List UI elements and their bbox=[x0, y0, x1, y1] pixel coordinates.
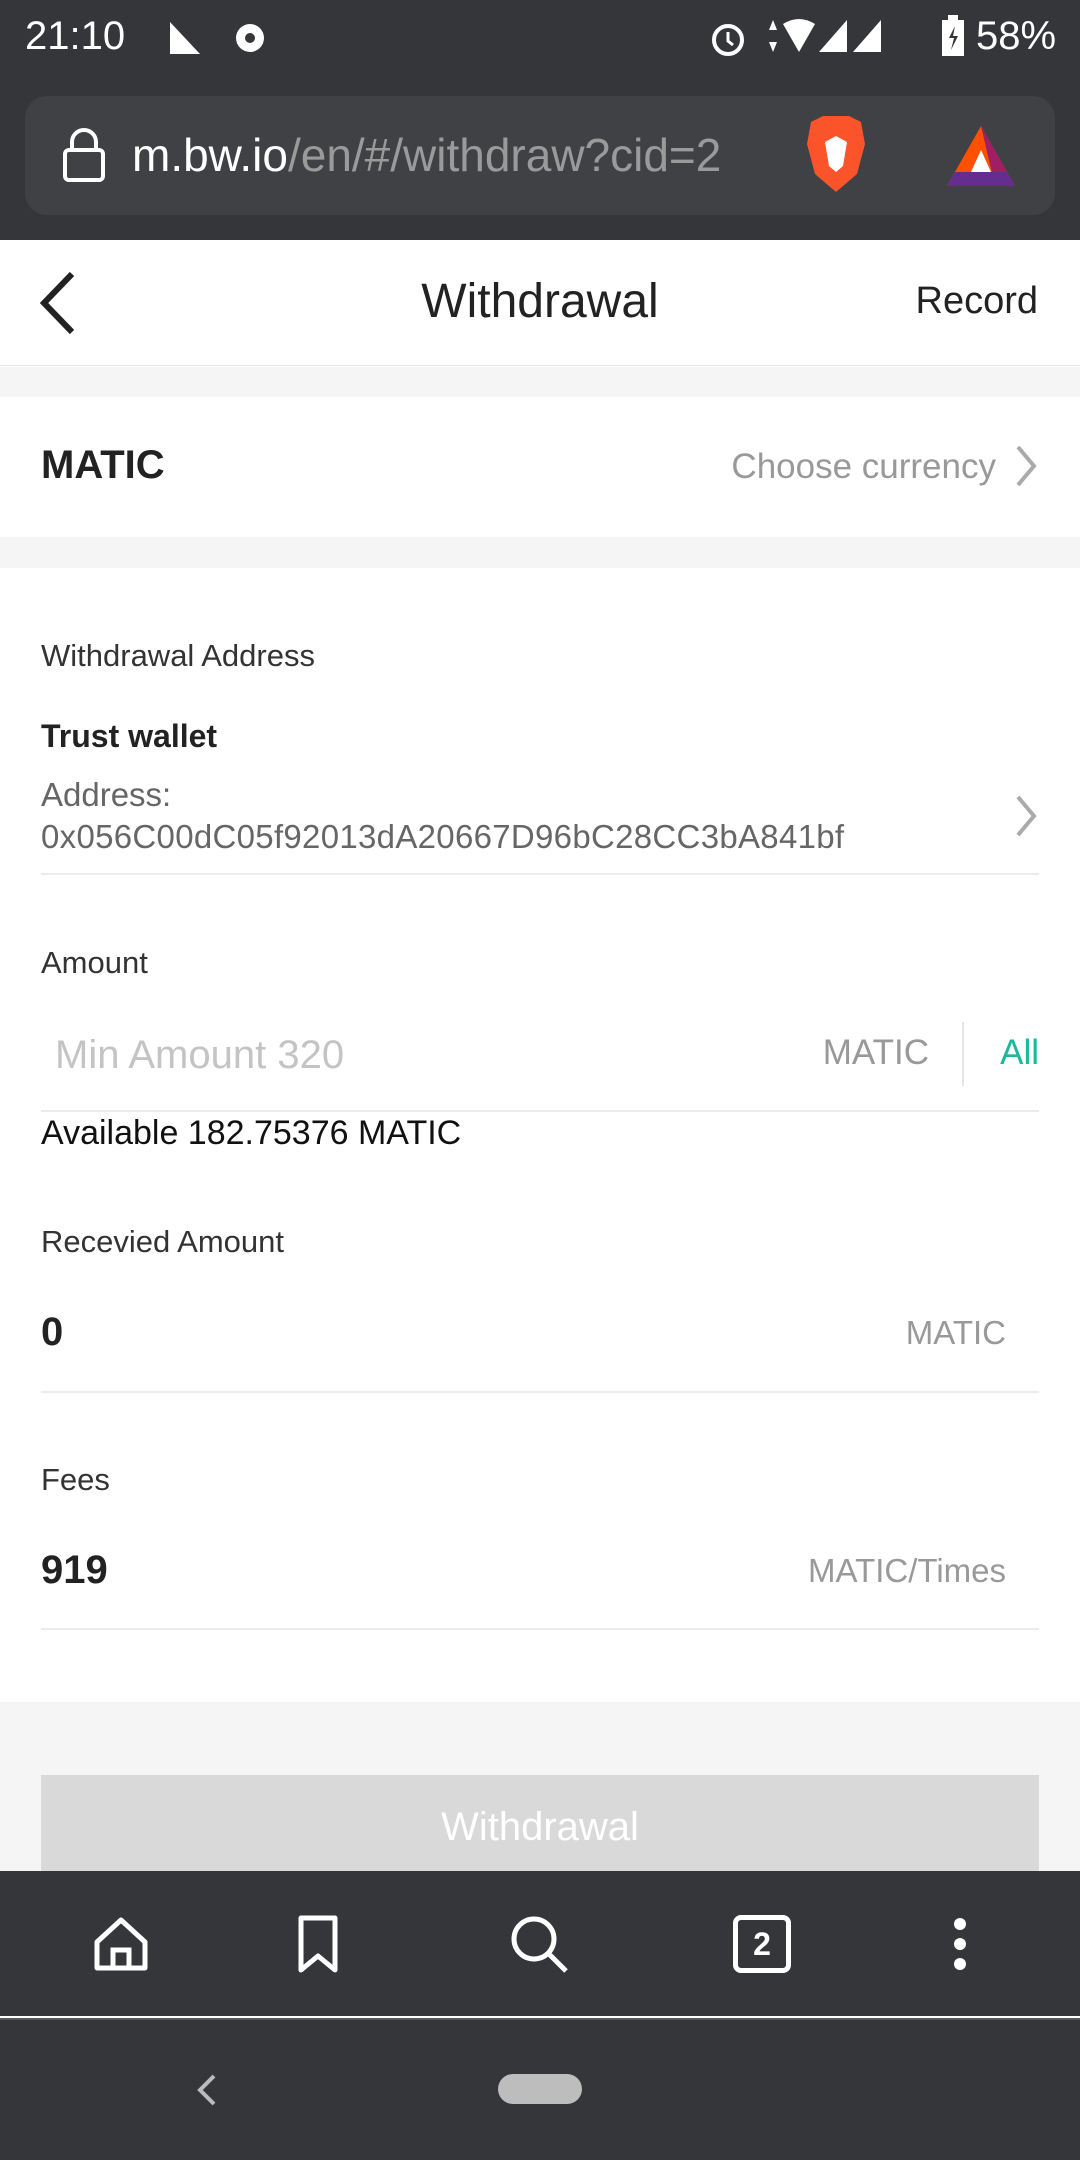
footer-area: Withdrawal bbox=[0, 1702, 1080, 1875]
divider bbox=[41, 873, 1039, 875]
tab-count: 2 bbox=[733, 1915, 791, 1973]
chevron-right-icon bbox=[1016, 445, 1037, 487]
url-bar[interactable]: m.bw.io/en/#/withdraw?cid=2 bbox=[25, 96, 1055, 215]
all-button[interactable]: All bbox=[1000, 1033, 1039, 1073]
home-icon bbox=[94, 1917, 148, 1971]
received-amount-value: 0 bbox=[41, 1310, 64, 1354]
received-amount-unit: MATIC bbox=[905, 1314, 1006, 1351]
more-vertical-icon bbox=[954, 1918, 966, 1970]
wallet-name: Trust wallet bbox=[41, 718, 218, 754]
lock-icon bbox=[63, 128, 105, 182]
home-pill[interactable] bbox=[498, 2074, 582, 2104]
divider bbox=[41, 1628, 1039, 1630]
separator bbox=[962, 1022, 964, 1086]
divider bbox=[41, 1110, 1039, 1112]
bookmark-button[interactable] bbox=[285, 1911, 351, 1977]
system-nav-bar bbox=[0, 2018, 1080, 2160]
choose-currency-label: Choose currency bbox=[731, 447, 996, 486]
notification-icon bbox=[170, 22, 200, 54]
battery-percent: 58% bbox=[976, 14, 1057, 58]
fees-unit: MATIC/Times bbox=[808, 1552, 1006, 1589]
status-bar: 21:10 58% bbox=[0, 0, 1080, 76]
amount-unit: MATIC bbox=[822, 1033, 929, 1072]
page-header: Withdrawal Record bbox=[0, 240, 1080, 366]
available-balance: Available 182.75376 MATIC bbox=[41, 1114, 462, 1152]
section-gap bbox=[0, 537, 1080, 568]
brave-shields-icon[interactable] bbox=[803, 114, 869, 194]
home-button[interactable] bbox=[88, 1911, 154, 1977]
selected-currency: MATIC bbox=[41, 443, 165, 487]
menu-button[interactable] bbox=[927, 1911, 993, 1977]
fees-value: 919 bbox=[41, 1548, 108, 1592]
bookmark-icon bbox=[298, 1915, 338, 1973]
battery-icon bbox=[942, 15, 964, 56]
chevron-right-icon bbox=[1016, 795, 1037, 837]
url-text[interactable]: m.bw.io/en/#/withdraw?cid=2 bbox=[132, 128, 792, 182]
status-time: 21:10 bbox=[25, 14, 126, 58]
search-button[interactable] bbox=[506, 1911, 572, 1977]
url-path: /en/#/withdraw?cid=2 bbox=[287, 129, 722, 181]
browser-bottom-bar: 2 bbox=[0, 1871, 1080, 2016]
record-link[interactable]: Record bbox=[916, 280, 1039, 323]
withdrawal-address-label: Withdrawal Address bbox=[41, 638, 315, 673]
alarm-icon bbox=[712, 24, 744, 56]
divider bbox=[41, 1391, 1039, 1393]
address-value: 0x056C00dC05f92013dA20667D96bC28CC3bA841… bbox=[41, 818, 845, 855]
address-selector[interactable]: Trust wallet Address: 0x056C00dC05f92013… bbox=[0, 710, 1080, 874]
back-nav-icon[interactable] bbox=[194, 2072, 220, 2108]
search-icon bbox=[511, 1916, 568, 1973]
fees-label: Fees bbox=[41, 1462, 110, 1497]
amount-label: Amount bbox=[41, 945, 148, 980]
url-host: m.bw.io bbox=[132, 129, 288, 181]
withdrawal-button[interactable]: Withdrawal bbox=[41, 1775, 1039, 1875]
brave-rewards-icon[interactable] bbox=[945, 124, 1017, 188]
avast-icon bbox=[236, 24, 264, 52]
section-gap bbox=[0, 367, 1080, 397]
browser-toolbar: m.bw.io/en/#/withdraw?cid=2 bbox=[0, 76, 1080, 240]
amount-input[interactable] bbox=[41, 1020, 761, 1090]
currency-selector[interactable]: MATIC Choose currency bbox=[0, 397, 1080, 537]
tabs-button[interactable]: 2 bbox=[729, 1911, 795, 1977]
signal-icons bbox=[769, 19, 881, 52]
received-amount-label: Recevied Amount bbox=[41, 1224, 284, 1259]
address-label: Address: bbox=[41, 776, 172, 813]
